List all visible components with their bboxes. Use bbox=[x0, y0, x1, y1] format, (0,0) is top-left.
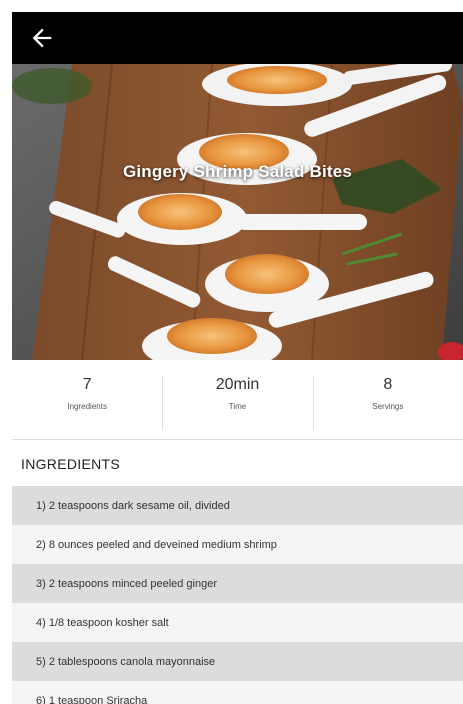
stat-ingredients-value: 7 bbox=[82, 376, 92, 393]
section-divider bbox=[12, 439, 463, 440]
stat-time: 20min Time bbox=[162, 364, 312, 436]
food-photo bbox=[12, 64, 463, 360]
ingredients-list: 1) 2 teaspoons dark sesame oil, divided … bbox=[12, 486, 463, 704]
ingredient-item: 2) 8 ounces peeled and deveined medium s… bbox=[12, 525, 463, 564]
stat-ingredients: 7 Ingredients bbox=[12, 364, 162, 436]
ingredients-heading: INGREDIENTS bbox=[21, 456, 120, 472]
ingredient-item: 4) 1/8 teaspoon kosher salt bbox=[12, 603, 463, 642]
stat-servings-value: 8 bbox=[383, 376, 393, 393]
back-button[interactable] bbox=[28, 24, 56, 52]
app-bar bbox=[12, 12, 463, 64]
recipe-stats: 7 Ingredients 20min Time 8 Servings bbox=[12, 364, 463, 436]
ingredient-item: 5) 2 tablespoons canola mayonnaise bbox=[12, 642, 463, 681]
recipe-screen: Gingery Shrimp Salad Bites 7 Ingredients… bbox=[12, 12, 463, 704]
stat-ingredients-label: Ingredients bbox=[67, 402, 107, 411]
ingredient-item: 1) 2 teaspoons dark sesame oil, divided bbox=[12, 486, 463, 525]
stat-time-value: 20min bbox=[215, 376, 260, 393]
stat-servings: 8 Servings bbox=[312, 364, 463, 436]
stat-servings-label: Servings bbox=[372, 402, 404, 411]
recipe-hero-image: Gingery Shrimp Salad Bites bbox=[12, 64, 463, 360]
ingredient-item: 6) 1 teaspoon Sriracha bbox=[12, 681, 463, 704]
stat-time-label: Time bbox=[228, 402, 247, 411]
arrow-left-icon bbox=[32, 28, 52, 48]
ingredient-item: 3) 2 teaspoons minced peeled ginger bbox=[12, 564, 463, 603]
recipe-title: Gingery Shrimp Salad Bites bbox=[122, 162, 353, 181]
